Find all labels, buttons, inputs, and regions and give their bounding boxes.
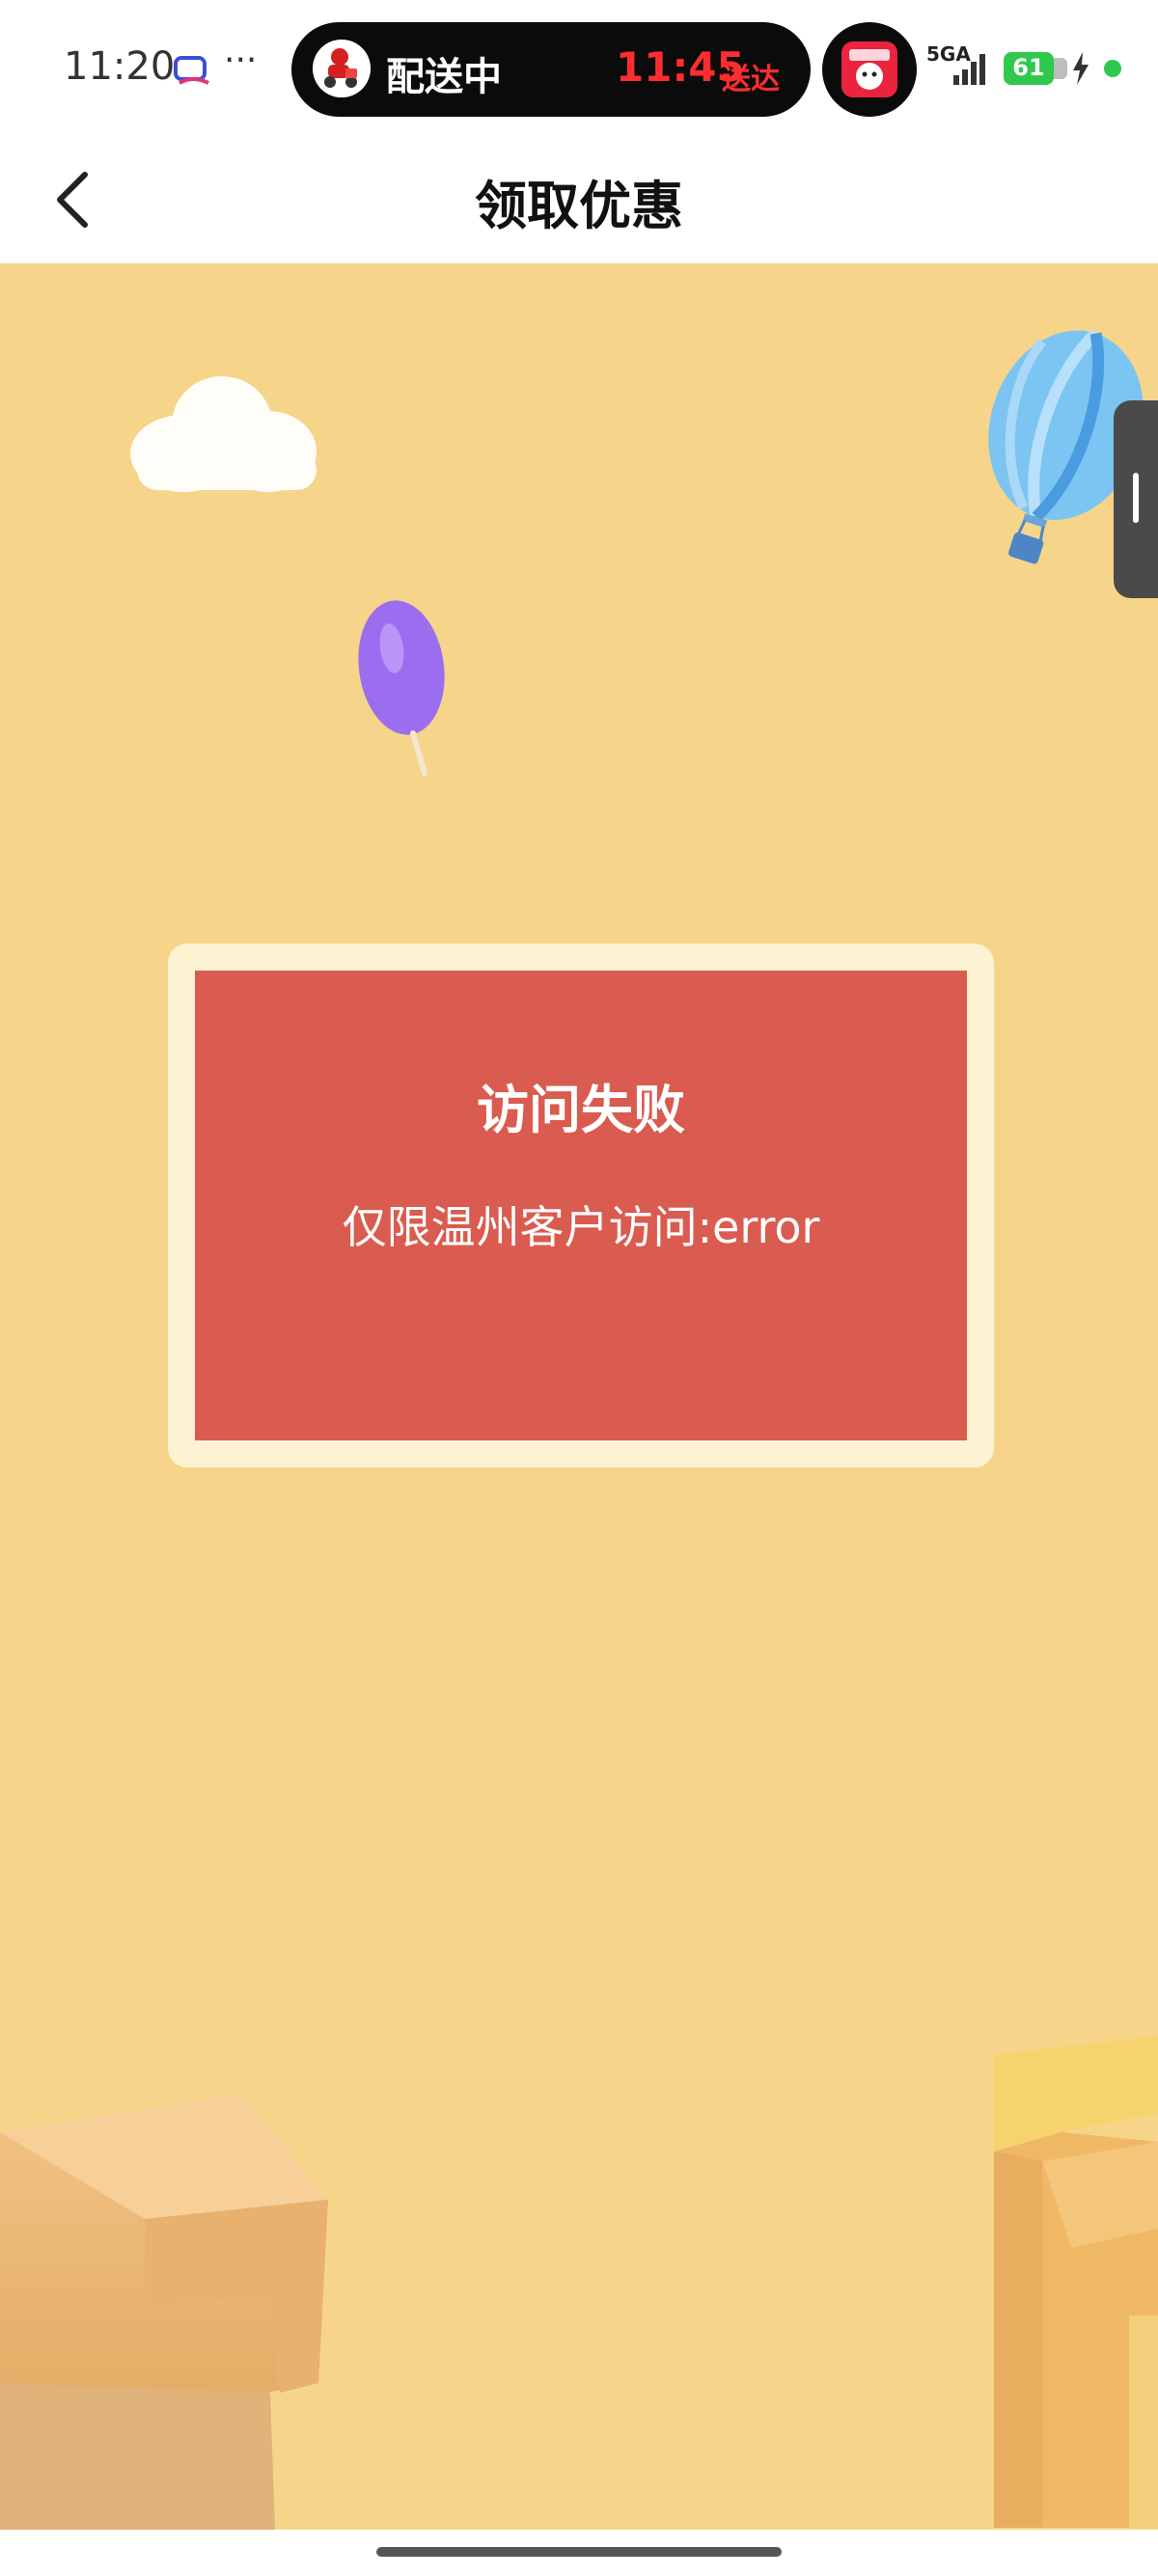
boxes-left-decoration (0, 2094, 328, 2530)
status-bar: 11:20 ··· 配送中 11:45 送达 5GA 61 (0, 0, 1158, 140)
error-card-frame: 访问失败 仅限温州客户访问:error (168, 944, 994, 1467)
app-live-activity[interactable] (822, 22, 917, 117)
purple-balloon-decoration (358, 600, 445, 777)
signal-strength-icon (953, 54, 985, 85)
status-time: 11:20 (64, 44, 176, 89)
boxes-right-decoration (994, 2036, 1158, 2528)
delivery-suffix: 送达 (722, 63, 780, 96)
shopping-app-icon (841, 41, 897, 97)
floating-side-handle[interactable] (1114, 400, 1158, 598)
battery-cap (1054, 58, 1067, 79)
side-handle-grip (1133, 473, 1139, 523)
error-title: 访问失败 (477, 1080, 685, 1140)
cloud-decoration (130, 376, 317, 492)
charging-icon (1073, 52, 1089, 85)
battery-level: 61 (1012, 54, 1045, 81)
battery-icon: 61 (1004, 52, 1054, 85)
error-message: 仅限温州客户访问:error (342, 1201, 820, 1253)
page-title: 领取优惠 (475, 176, 683, 236)
error-card: 访问失败 仅限温州客户访问:error (195, 971, 967, 1440)
home-indicator[interactable] (376, 2547, 782, 2557)
privacy-indicator-dot (1104, 60, 1121, 77)
more-notifications-icon: ··· (224, 41, 258, 80)
delivery-live-activity[interactable]: 配送中 11:45 送达 (291, 22, 811, 117)
courier-avatar-icon (313, 40, 371, 97)
navigation-bar: 领取优惠 (0, 140, 1158, 263)
delivery-status: 配送中 (386, 55, 502, 99)
app-notification-icon (174, 56, 209, 85)
